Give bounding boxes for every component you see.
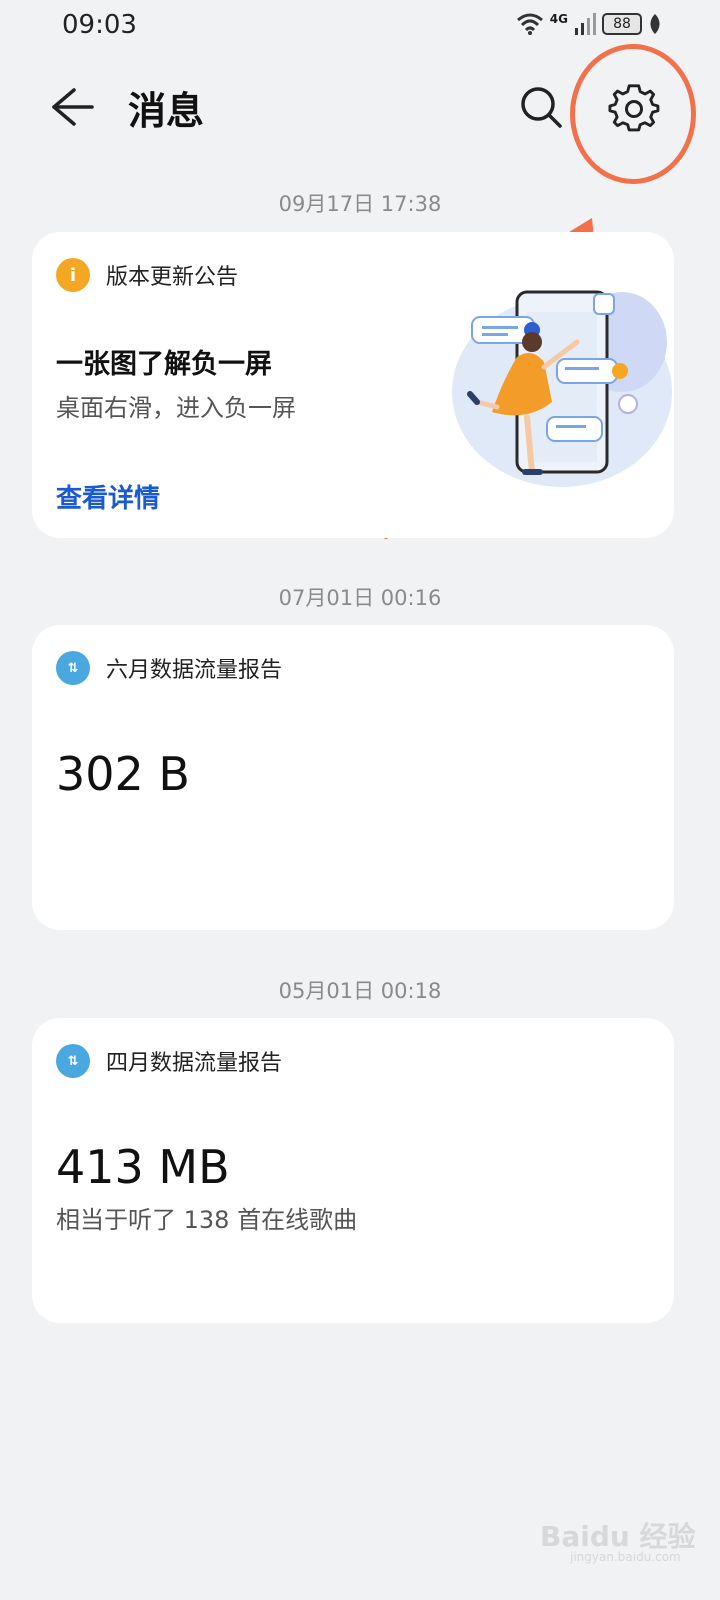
back-arrow-icon <box>52 88 94 126</box>
card-title: 一张图了解负一屏 <box>56 349 272 380</box>
message-timestamp: 07月01日 00:16 <box>278 586 442 610</box>
card-header: ⇅ 四月数据流量报告 <box>56 1044 282 1078</box>
view-details-link[interactable]: 查看详情 <box>56 478 160 515</box>
card-subtitle: 桌面右滑，进入负一屏 <box>56 394 296 422</box>
signal-icon <box>575 13 596 35</box>
leaf-icon <box>650 14 660 34</box>
wifi-icon <box>516 13 543 35</box>
card-header: ⇅ 六月数据流量报告 <box>56 651 282 685</box>
card-source: 六月数据流量报告 <box>106 658 283 683</box>
annotation-circle <box>570 44 696 184</box>
data-traffic-icon: ⇅ <box>56 1044 90 1078</box>
watermark: Baidu 经验 <box>540 1520 696 1553</box>
card-source: 版本更新公告 <box>106 265 239 290</box>
card-source: 四月数据流量报告 <box>106 1051 283 1076</box>
message-timestamp: 05月01日 00:18 <box>278 979 442 1003</box>
info-icon: i <box>56 258 90 292</box>
search-icon <box>521 87 562 128</box>
page-title: 消息 <box>128 89 205 133</box>
battery-level: 88 <box>613 16 631 32</box>
back-button[interactable] <box>44 82 100 132</box>
phone-illustration <box>452 290 672 487</box>
data-usage-value: 413 MB <box>56 1140 230 1194</box>
message-timestamp: 09月17日 17:38 <box>278 192 442 216</box>
battery-icon: 88 <box>602 13 642 35</box>
status-time: 09:03 <box>62 10 137 40</box>
message-card-june-data[interactable]: ⇅ 六月数据流量报告 302 B <box>32 625 674 930</box>
data-usage-value: 302 B <box>56 747 190 801</box>
message-card-update[interactable]: i 版本更新公告 一张图了解负一屏 桌面右滑，进入负一屏 查看详情 <box>32 232 674 538</box>
card-header: i 版本更新公告 <box>56 258 238 292</box>
message-card-april-data[interactable]: ⇅ 四月数据流量报告 413 MB 相当于听了 138 首在线歌曲 <box>32 1018 674 1323</box>
status-icons: 4G 88 <box>516 12 662 36</box>
network-label: 4G <box>549 12 568 26</box>
watermark-url: jingyan.baidu.com <box>570 1550 681 1564</box>
data-traffic-icon: ⇅ <box>56 651 90 685</box>
card-subtitle: 相当于听了 138 首在线歌曲 <box>56 1206 358 1234</box>
search-button[interactable] <box>516 82 566 132</box>
